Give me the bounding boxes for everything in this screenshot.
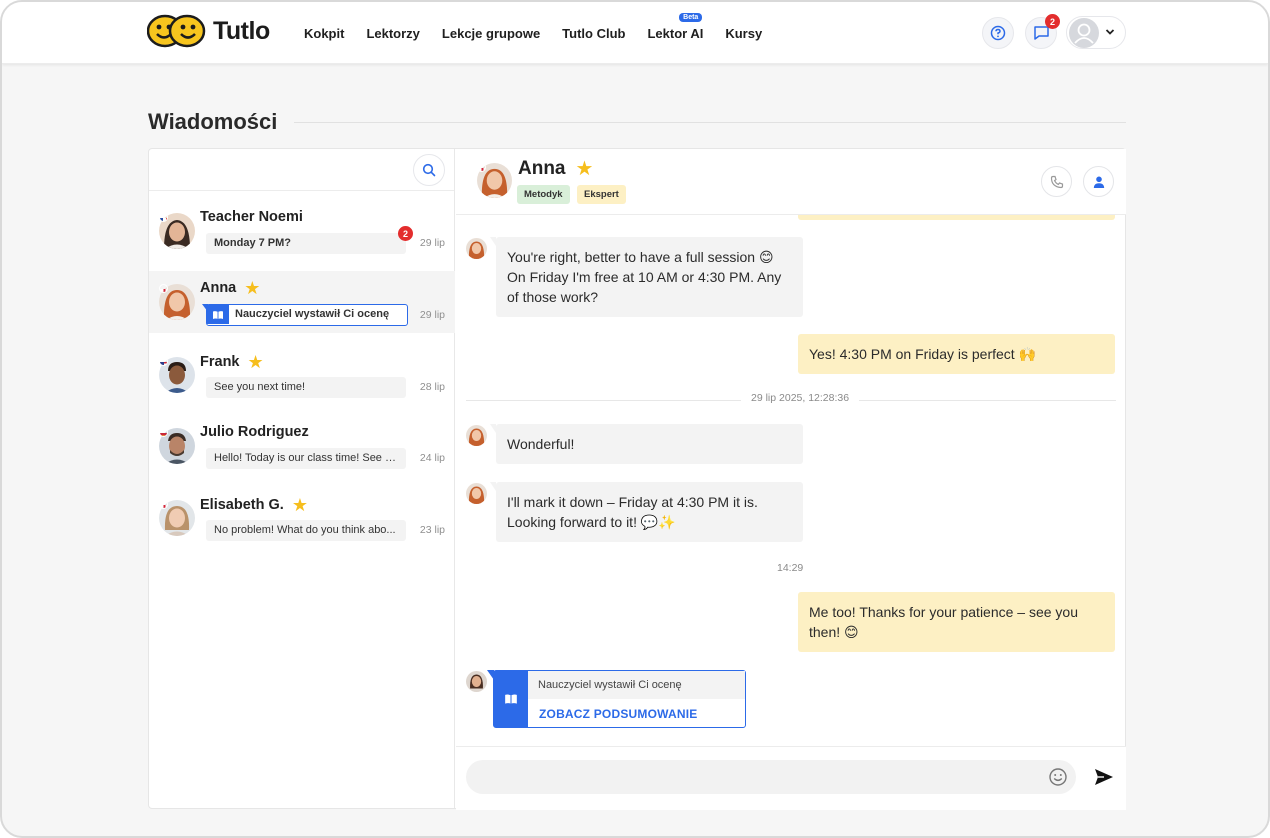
conversation-name-text: Frank <box>200 354 240 370</box>
help-button[interactable] <box>982 17 1014 49</box>
message-avatar <box>466 671 487 692</box>
message-avatar <box>466 483 487 504</box>
flag-usa-icon <box>159 357 168 366</box>
message-avatar <box>466 425 487 446</box>
conversation-preview: No problem! What do you think abo... <box>206 520 406 541</box>
message-bubble-incoming: Wonderful! <box>490 424 803 464</box>
top-navigation-bar: Tutlo Kokpit Lektorzy Lekcje grupowe Tut… <box>2 2 1268 64</box>
conversation-preview: See you next time! <box>206 377 406 398</box>
message-avatar <box>466 238 487 259</box>
logo-faces-icon <box>147 14 206 48</box>
star-icon: ★ <box>575 158 594 180</box>
star-icon: ★ <box>291 495 308 515</box>
conversation-list: Teacher Noemi Monday 7 PM? 2 29 lip Anna… <box>149 149 455 808</box>
logo-text: Tutlo <box>213 16 270 45</box>
chevron-down-icon <box>1105 29 1115 35</box>
conversation-preview: Monday 7 PM? <box>206 233 406 254</box>
rating-card-title: Nauczyciel wystawił Ci ocenę <box>528 671 745 699</box>
nav-item-lekcje-grupowe[interactable]: Lekcje grupowe <box>442 26 540 41</box>
conversation-item-teacher-noemi[interactable]: Teacher Noemi Monday 7 PM? 2 29 lip <box>149 201 455 263</box>
conversation-name-text: Elisabeth G. <box>200 497 284 513</box>
phone-icon <box>1050 175 1063 188</box>
book-icon <box>487 670 528 727</box>
search-icon <box>422 163 436 177</box>
nav-item-kursy[interactable]: Kursy <box>725 26 762 41</box>
conversation-date: 28 lip <box>419 381 445 393</box>
conversation-item-anna[interactable]: Anna ★ Nauczyciel wystawił Ci ocenę 29 l… <box>149 271 455 333</box>
chat-header: Anna ★ Metodyk Ekspert <box>456 149 1126 215</box>
tag-metodyk: Metodyk <box>517 185 570 204</box>
emoji-icon[interactable] <box>1048 767 1068 787</box>
user-avatar <box>1069 18 1099 48</box>
flag-spain-icon <box>159 428 168 437</box>
conversation-name-text: Anna <box>200 280 237 296</box>
conversation-item-elisabeth-g[interactable]: Elisabeth G. ★ No problem! What do you t… <box>149 488 455 550</box>
message-bubble-outgoing: Yes! 4:30 PM on Friday is perfect 🙌 <box>798 334 1115 374</box>
title-divider <box>294 122 1126 123</box>
message-bubble-outgoing: Me too! Thanks for your patience – see y… <box>798 592 1115 652</box>
date-divider-label: 29 lip 2025, 12:28:36 <box>741 392 860 404</box>
person-icon <box>1093 176 1104 188</box>
message-bubble-outgoing-partial <box>798 215 1115 220</box>
messages-count-badge: 2 <box>1045 14 1060 29</box>
star-icon: ★ <box>247 352 264 372</box>
tutlo-logo[interactable]: Tutlo <box>147 14 270 48</box>
help-icon <box>990 25 1006 41</box>
flag-uk-icon <box>159 500 168 509</box>
nav-item-tutlo-club[interactable]: Tutlo Club <box>562 26 625 41</box>
book-icon <box>202 304 229 324</box>
send-icon[interactable] <box>1093 766 1115 788</box>
message-input[interactable] <box>466 760 1076 794</box>
conversation-date: 23 lip <box>419 524 445 536</box>
call-button[interactable] <box>1041 166 1072 197</box>
user-menu[interactable] <box>1066 16 1126 49</box>
message-composer <box>456 746 1126 810</box>
nav-item-lektor-ai-label: Lektor AI <box>647 25 704 41</box>
message-bubble-incoming: I'll mark it down – Friday at 4:30 PM it… <box>490 482 803 542</box>
message-time-label: 14:29 <box>777 562 804 574</box>
chat-partner-name-text: Anna <box>518 158 566 179</box>
conversation-name: Julio Rodriguez <box>200 424 309 440</box>
search-button[interactable] <box>413 154 445 186</box>
page-title: Wiadomości <box>148 109 278 134</box>
flag-france-icon <box>159 213 168 222</box>
conversation-name: Elisabeth G. ★ <box>200 496 308 514</box>
chat-area: Anna ★ Metodyk Ekspert You're right, bet… <box>456 149 1126 810</box>
conversation-date: 24 lip <box>419 452 445 464</box>
conversation-item-julio-rodriguez[interactable]: Julio Rodriguez Hello! Today is our clas… <box>149 417 455 479</box>
conversation-name: Anna ★ <box>200 279 260 297</box>
star-icon: ★ <box>244 278 261 298</box>
app-window: Tutlo Kokpit Lektorzy Lekcje grupowe Tut… <box>0 0 1270 838</box>
flag-uk-icon <box>159 284 168 293</box>
conversation-search-row <box>149 149 454 191</box>
date-divider: 29 lip 2025, 12:28:36 <box>466 392 1116 404</box>
conversation-name: Frank ★ <box>200 353 264 371</box>
tag-ekspert: Ekspert <box>577 185 626 204</box>
conversation-date: 29 lip <box>419 237 445 249</box>
nav-item-lektorzy[interactable]: Lektorzy <box>366 26 419 41</box>
chat-partner-name: Anna ★ <box>518 158 593 180</box>
beta-badge: Beta <box>679 12 703 22</box>
flag-uk-icon <box>477 163 486 172</box>
conversation-name-text: Teacher Noemi <box>200 209 303 225</box>
nav-item-lektor-ai[interactable]: Lektor AI Beta <box>647 12 704 41</box>
conversation-item-frank[interactable]: Frank ★ See you next time! 28 lip <box>149 345 455 407</box>
conversation-name: Teacher Noemi <box>200 209 303 225</box>
view-summary-link[interactable]: ZOBACZ PODSUMOWANIE <box>539 707 697 721</box>
rating-preview-text: Nauczyciel wystawił Ci ocenę <box>235 308 390 320</box>
message-thread: You're right, better to have a full sess… <box>456 215 1126 746</box>
conversation-preview: Hello! Today is our class time! See y... <box>206 448 406 469</box>
user-placeholder-icon <box>1074 23 1094 44</box>
conversation-date: 29 lip <box>419 309 445 321</box>
unread-count-badge: 2 <box>398 226 413 241</box>
messages-panel: Teacher Noemi Monday 7 PM? 2 29 lip Anna… <box>148 148 1126 810</box>
messages-button[interactable]: 2 <box>1025 14 1060 49</box>
message-bubble-incoming: You're right, better to have a full sess… <box>490 237 803 317</box>
main-nav: Kokpit Lektorzy Lekcje grupowe Tutlo Clu… <box>304 2 762 64</box>
rating-card: Nauczyciel wystawił Ci ocenę ZOBACZ PODS… <box>487 670 746 728</box>
rating-preview: Nauczyciel wystawił Ci ocenę <box>202 304 408 326</box>
conversation-name-text: Julio Rodriguez <box>200 424 309 440</box>
nav-item-kokpit[interactable]: Kokpit <box>304 26 344 41</box>
profile-button[interactable] <box>1083 166 1114 197</box>
